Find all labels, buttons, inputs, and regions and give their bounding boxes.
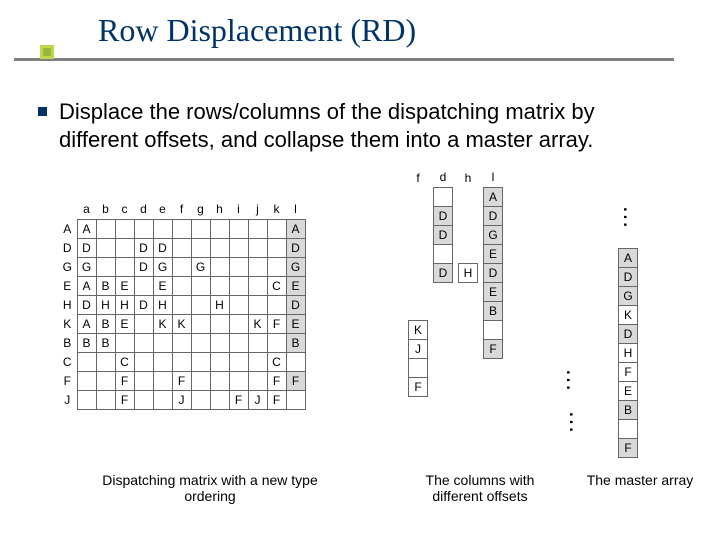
header-rule bbox=[14, 58, 674, 61]
ellipsis-icon: … bbox=[563, 410, 591, 432]
displaced-columns: fdhlADDDGEDHDEBKJFF bbox=[408, 168, 509, 453]
bullet-text: Displace the rows/columns of the dispatc… bbox=[59, 98, 678, 153]
ellipsis-icon: … bbox=[560, 368, 588, 390]
accent-square bbox=[40, 45, 54, 59]
master-array: ADGKDHFEBF bbox=[618, 248, 638, 458]
bullet-item: Displace the rows/columns of the dispatc… bbox=[38, 98, 678, 153]
dispatching-matrix: abcdefghijklAAADDDDDGGDGGGEABEECEHDHHDHH… bbox=[58, 200, 306, 410]
caption-master: The master array bbox=[580, 472, 700, 488]
bullet-icon bbox=[38, 107, 47, 116]
caption-matrix: Dispatching matrix with a new type order… bbox=[80, 472, 340, 504]
caption-columns: The columns with different offsets bbox=[400, 472, 560, 504]
slide-title: Row Displacement (RD) bbox=[98, 12, 416, 49]
ellipsis-icon: … bbox=[617, 205, 645, 227]
